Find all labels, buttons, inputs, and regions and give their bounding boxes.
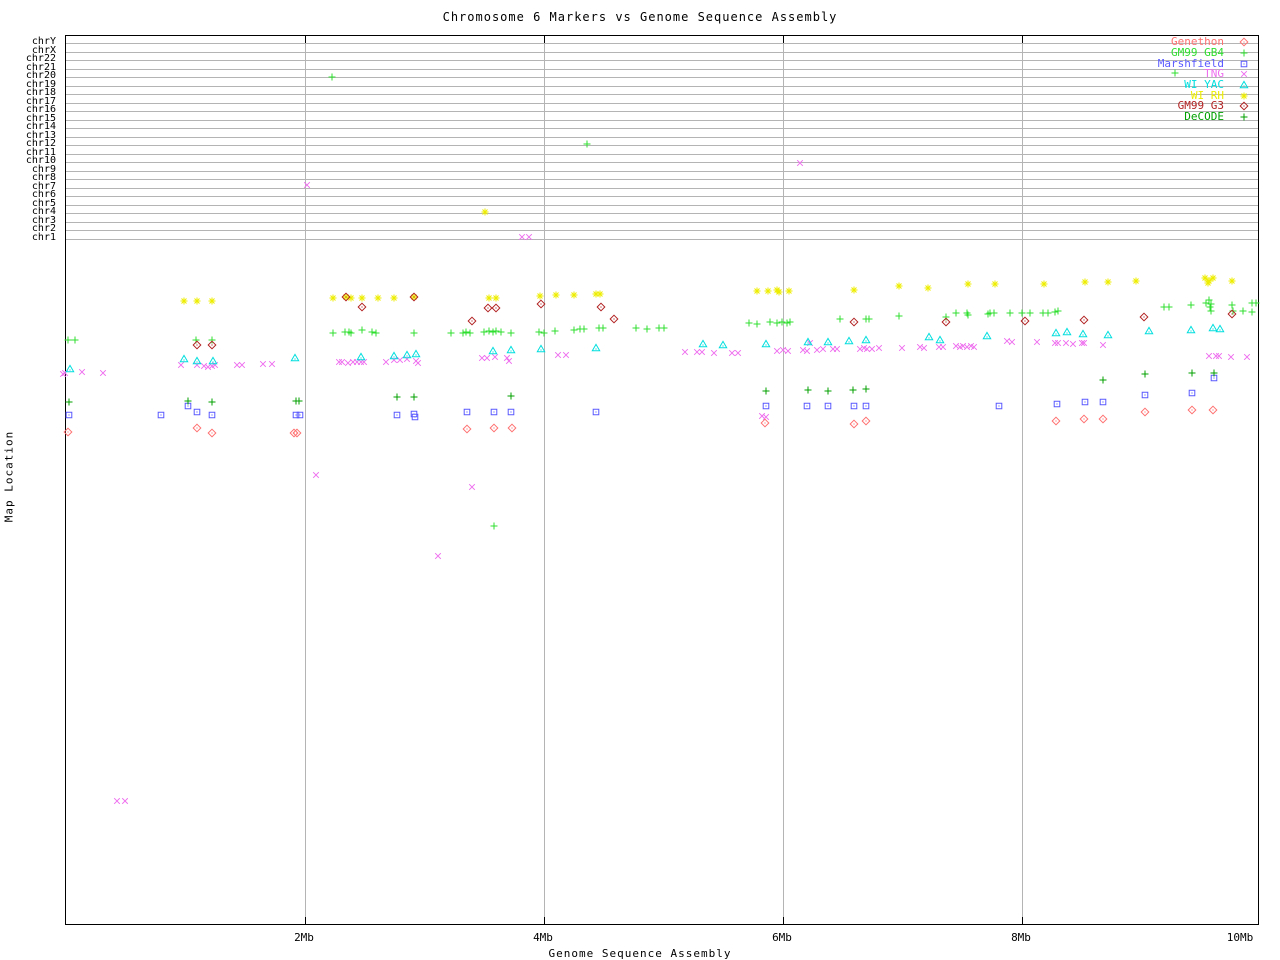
chromosome-line-chr12 (66, 145, 1258, 147)
legend-marker-triangle-dot-icon (1239, 80, 1249, 89)
x-tick-label-8Mb: 8Mb (1011, 931, 1031, 944)
legend-marker-square-dot-icon (1240, 60, 1248, 68)
chromosome-line-chr14 (66, 128, 1258, 130)
plot-area (65, 35, 1259, 925)
chromosome-line-chr1 (66, 239, 1258, 240)
legend-marker-glyph (1239, 101, 1249, 111)
chromosome-line-chr8 (66, 179, 1258, 181)
legend-marker-glyph (1240, 113, 1248, 121)
tick-top-6Mb (783, 36, 784, 43)
chromosome-line-chr10 (66, 162, 1258, 164)
chromosome-line-chr17 (66, 102, 1258, 104)
chromosome-line-chr11 (66, 153, 1258, 155)
legend: Genethon GM99 GB4 Marshfield TNG WI YAC WI RH… (1158, 36, 1258, 124)
legend-marker-glyph (1240, 92, 1248, 100)
legend-marker-glyph (1240, 49, 1248, 57)
x-tick-label-10Mb: 10Mb (1226, 931, 1254, 944)
chromosome-line-chr9 (66, 170, 1258, 172)
chromosome-line-chrX (66, 51, 1258, 53)
gridline-8Mb (1022, 36, 1023, 924)
chromosome-label-chr1: chr1 (31, 232, 56, 243)
chromosome-line-chrY (66, 43, 1258, 44)
tick-bottom-6Mb (783, 917, 784, 924)
legend-marker-glyph (1240, 71, 1248, 78)
chromosome-line-chr22 (66, 60, 1258, 62)
chromosome-line-chr5 (66, 204, 1258, 206)
gridline-6Mb (783, 36, 784, 924)
gridline-2Mb (305, 36, 306, 924)
legend-marker-star-icon (1240, 92, 1248, 100)
tick-top-2Mb (305, 36, 306, 43)
x-tick-label-2Mb: 2Mb (294, 931, 314, 944)
legend-row-decode: DeCODE (1158, 110, 1258, 124)
chromosome-line-chr20 (66, 77, 1258, 79)
chromosome-line-chr15 (66, 119, 1258, 121)
x-axis-label: Genome Sequence Assembly (548, 947, 732, 960)
chromosome-line-chr6 (66, 196, 1258, 198)
tick-bottom-2Mb (305, 917, 306, 924)
chromosome-line-chr18 (66, 94, 1258, 96)
legend-marker-glyph (1240, 60, 1248, 68)
legend-marker-diamond-dot-icon (1239, 37, 1249, 47)
chromosome-line-chr2 (66, 230, 1258, 232)
chromosome-line-chr4 (66, 213, 1258, 215)
chromosome-line-chr21 (66, 68, 1258, 70)
chromosome-labels: chrY chrX chr22 chr21 chr20 chr19 chr18 chr17 ch… (0, 0, 58, 960)
chromosome-line-chr3 (66, 221, 1258, 223)
x-tick-label-4Mb: 4Mb (533, 931, 553, 944)
x-tick-label-6Mb: 6Mb (772, 931, 792, 944)
chart-title: Chromosome 6 Markers vs Genome Sequence … (442, 10, 838, 24)
tick-top-4Mb (544, 36, 545, 43)
chromosome-line-chr16 (66, 111, 1258, 113)
tick-bottom-8Mb (1022, 917, 1023, 924)
legend-marker-plus-icon (1240, 49, 1248, 57)
legend-marker-glyph (1239, 80, 1249, 89)
chromosome-line-chr13 (66, 136, 1258, 138)
legend-marker-cross-icon (1240, 71, 1248, 78)
legend-marker-plus-icon (1240, 113, 1248, 121)
chart-page: { "title": "Chromosome 6 Markers vs Geno… (0, 0, 1280, 960)
legend-label: DeCODE (1184, 110, 1224, 124)
legend-marker-glyph (1239, 37, 1249, 47)
chromosome-line-chr19 (66, 85, 1258, 87)
chromosome-line-chr7 (66, 187, 1258, 189)
legend-marker-diamond-dot-icon (1239, 101, 1249, 111)
gridline-4Mb (544, 36, 545, 924)
tick-bottom-4Mb (544, 917, 545, 924)
tick-top-8Mb (1022, 36, 1023, 43)
